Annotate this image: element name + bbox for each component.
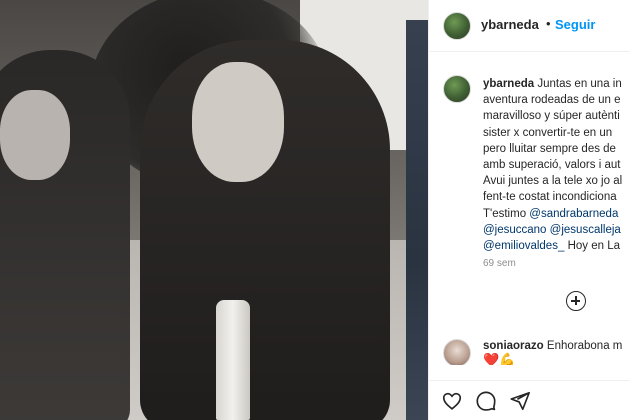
post-caption: ybarneda Juntas en una in aventura rodea… [483, 76, 630, 254]
share-icon[interactable] [509, 390, 531, 412]
mention-link[interactable]: @jesuccano [483, 224, 546, 236]
heart-icon[interactable] [441, 390, 463, 412]
post-sidebar: ybarneda • Seguir ybarneda Juntas en una… [428, 0, 630, 420]
mention-link[interactable]: @jesuscalleja [550, 224, 621, 236]
commenter-avatar[interactable] [443, 339, 471, 365]
author-username[interactable]: ybarneda [481, 17, 539, 32]
caption-line: fent-te costat incondiciona [483, 191, 617, 204]
plus-circle-icon[interactable] [566, 291, 586, 311]
caption-line: Juntas en una in [537, 78, 622, 90]
post-time[interactable]: 69 sem [483, 258, 516, 269]
comments-area: ybarneda Juntas en una in aventura rodea… [429, 53, 630, 365]
mention-link[interactable]: @sandrabarneda [529, 208, 618, 220]
follow-button[interactable]: Seguir [555, 17, 595, 32]
comment-icon[interactable] [475, 390, 497, 412]
author-avatar[interactable] [443, 12, 471, 40]
commenter-username[interactable]: soniaorazo [483, 340, 544, 352]
post-photo[interactable] [0, 0, 428, 420]
caption-line: pero lluitar sempre des de [483, 142, 616, 155]
mention-link[interactable]: @emiliovaldes_ [483, 240, 564, 252]
photo-face-left [0, 90, 70, 180]
caption-line: amb superació, valors i aut [483, 159, 621, 172]
comment-emojis: ❤️💪 [483, 352, 516, 365]
caption-line: Avui juntes a la tele xo jo al [483, 175, 623, 188]
photo-face-right [192, 62, 284, 182]
caption-line: sister x convertir-te en un [483, 126, 613, 139]
caption-line: aventura rodeadas de un e [483, 94, 621, 107]
photo-water-bottle [216, 300, 250, 420]
action-bar [429, 380, 630, 420]
header-separator: • [546, 16, 551, 31]
next-photo-edge [406, 20, 428, 420]
caption-tail: Hoy en La [567, 240, 620, 253]
caption-line: T'estimo [483, 207, 527, 220]
caption-username[interactable]: ybarneda [483, 78, 534, 90]
caption-line: maravilloso y súper autènti [483, 110, 620, 123]
caption-author-avatar[interactable] [443, 75, 471, 103]
comment-text: Enhorabona m [546, 340, 623, 352]
post-header: ybarneda • Seguir [429, 0, 630, 52]
